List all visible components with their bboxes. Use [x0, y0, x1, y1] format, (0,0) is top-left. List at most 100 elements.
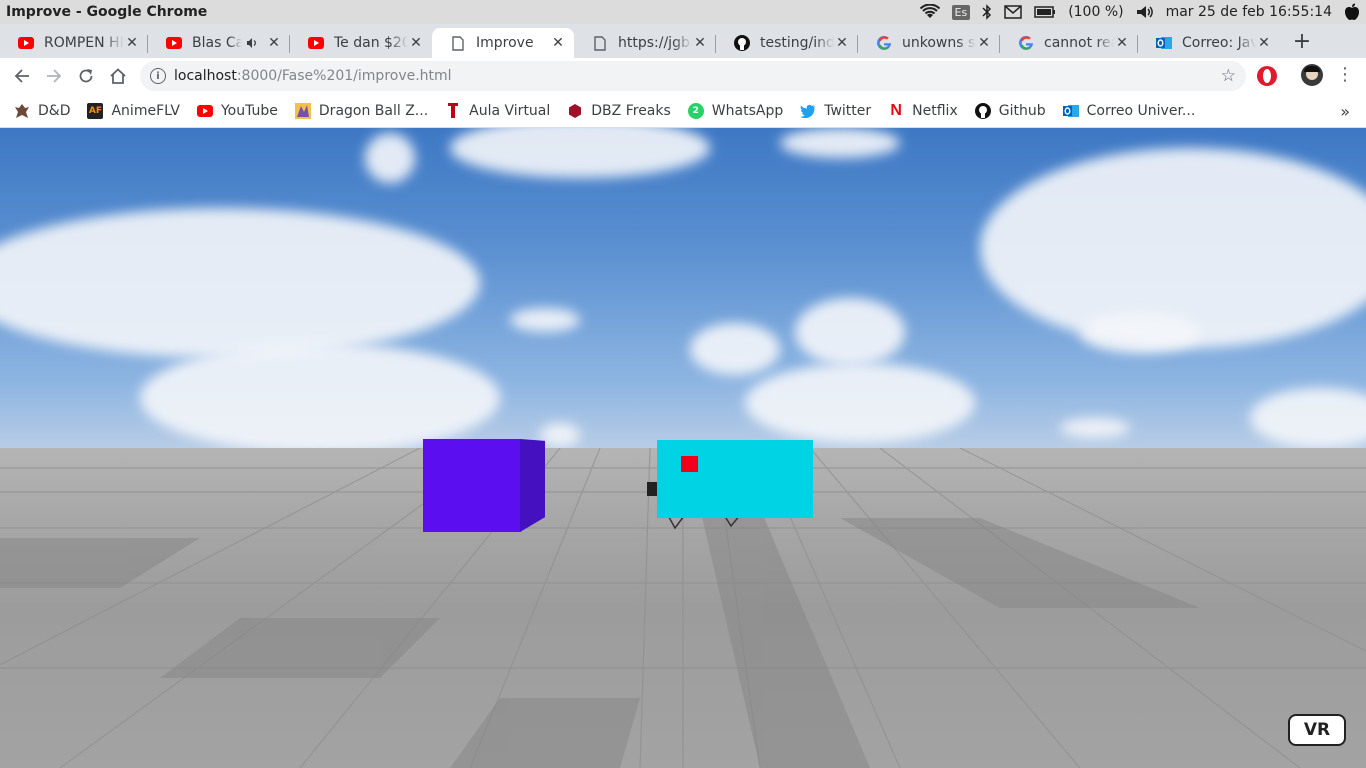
page-icon	[592, 35, 608, 51]
bookmark-dnd[interactable]: D&D	[14, 103, 70, 119]
tab-correo-javier[interactable]: Correo: Javier ✕	[1138, 28, 1280, 58]
youtube-icon	[18, 35, 34, 51]
close-icon[interactable]: ✕	[124, 35, 140, 51]
volume-icon[interactable]	[1136, 5, 1154, 19]
back-button[interactable]	[10, 64, 34, 88]
bookmark-aula-virtual[interactable]: Aula Virtual	[445, 102, 550, 119]
bookmarks-overflow-icon[interactable]: »	[1340, 102, 1350, 121]
tab-label: unkowns shared	[902, 35, 976, 51]
bookmark-correo-univer[interactable]: Correo Univer...	[1062, 102, 1196, 119]
apple-icon[interactable]	[1344, 3, 1360, 21]
address-bar[interactable]: i localhost:8000/Fase%201/improve.html ☆	[140, 61, 1246, 91]
page-icon	[450, 35, 466, 51]
sky	[0, 128, 1366, 453]
tab-rompen-hielo[interactable]: ROMPEN HIELO ✕	[0, 28, 148, 58]
tab-strip: ROMPEN HIELO ✕ Blas Cantó ✕ Te dan $20,0…	[0, 24, 1366, 58]
outlook-icon	[1156, 35, 1172, 51]
battery-icon[interactable]	[1034, 6, 1056, 18]
cloud	[540, 423, 580, 447]
bookmark-dragon-ball[interactable]: Dragon Ball Z...	[294, 102, 428, 119]
cloud	[1080, 313, 1200, 353]
star-icon[interactable]: ☆	[1221, 66, 1236, 86]
bookmark-twitter[interactable]: Twitter	[800, 103, 871, 119]
close-icon[interactable]: ✕	[266, 35, 282, 51]
tab-improve[interactable]: Improve ✕	[432, 28, 574, 58]
cloud	[140, 343, 500, 453]
cloud	[795, 298, 905, 366]
tab-label: cannot read	[1044, 35, 1114, 51]
url-text[interactable]: localhost:8000/Fase%201/improve.html	[174, 68, 452, 84]
bookmark-label: Netflix	[912, 102, 958, 119]
home-button[interactable]	[106, 64, 130, 88]
url-path: :8000/Fase%201/improve.html	[236, 68, 452, 84]
github-icon	[974, 102, 991, 119]
os-top-bar: Improve - Google Chrome Es (100 %) mar 2…	[0, 0, 1366, 24]
whatsapp-icon: 2	[687, 102, 704, 119]
system-tray: Es (100 %) mar 25 de feb 16:55:14	[919, 0, 1361, 24]
adblock-extension-icon[interactable]	[1257, 66, 1277, 86]
cloud	[365, 133, 415, 183]
close-icon[interactable]: ✕	[1256, 35, 1272, 51]
cloud	[510, 308, 580, 332]
tab-label: testing/index	[760, 35, 834, 51]
youtube-icon	[166, 35, 182, 51]
close-icon[interactable]: ✕	[976, 35, 992, 51]
bookmark-github[interactable]: Github	[974, 102, 1046, 119]
tab-jgbarah[interactable]: https://jgbarah ✕	[574, 28, 716, 58]
tab-blas-canto[interactable]: Blas Cantó ✕	[148, 28, 290, 58]
dnd-icon	[14, 103, 30, 119]
forward-button[interactable]	[42, 64, 66, 88]
close-icon[interactable]: ✕	[408, 35, 424, 51]
cyan-panel[interactable]	[657, 440, 813, 518]
bluetooth-icon[interactable]	[982, 4, 992, 20]
close-icon[interactable]: ✕	[1114, 35, 1130, 51]
netflix-icon: N	[890, 101, 902, 119]
tab-cannot-read[interactable]: cannot read ✕	[1000, 28, 1138, 58]
mail-icon[interactable]	[1004, 5, 1022, 19]
arrow-right-icon	[47, 69, 62, 83]
cloud	[780, 128, 900, 158]
youtube-icon	[196, 103, 213, 119]
tab-label: Blas Cantó	[192, 35, 242, 51]
cloud	[0, 208, 480, 358]
aula-icon	[445, 102, 461, 119]
red-marker[interactable]	[681, 456, 698, 472]
cloud	[1060, 418, 1130, 438]
audio-playing-icon[interactable]	[244, 35, 260, 51]
bookmark-animeflv[interactable]: AF AnimeFLV	[87, 102, 180, 119]
tab-te-dan[interactable]: Te dan $20,000 ✕	[290, 28, 432, 58]
vr-scene-canvas[interactable]: VR	[0, 128, 1366, 768]
new-tab-button[interactable]: +	[1290, 31, 1314, 53]
site-info-icon[interactable]: i	[150, 68, 166, 84]
menu-dots-icon[interactable]: ⋮	[1336, 66, 1354, 86]
enter-vr-button[interactable]: VR	[1288, 714, 1346, 746]
cloud	[450, 128, 710, 178]
google-icon	[876, 35, 892, 51]
cloud	[1250, 388, 1366, 448]
dbzfreaks-icon	[567, 103, 583, 119]
bookmark-dbz-freaks[interactable]: DBZ Freaks	[567, 103, 671, 119]
close-icon[interactable]: ✕	[834, 35, 850, 51]
bookmark-label: DBZ Freaks	[591, 102, 671, 119]
tab-testing-index[interactable]: testing/index ✕	[716, 28, 858, 58]
avatar[interactable]	[1301, 64, 1323, 86]
url-host: localhost	[174, 68, 237, 84]
home-icon	[110, 68, 126, 84]
reload-button[interactable]	[74, 64, 98, 88]
tab-unkowns-shared[interactable]: unkowns shared ✕	[858, 28, 1000, 58]
clock[interactable]: mar 25 de feb 16:55:14	[1166, 4, 1332, 20]
bookmark-label: YouTube	[220, 102, 278, 119]
bookmark-netflix[interactable]: N Netflix	[888, 101, 958, 119]
wifi-icon[interactable]	[919, 4, 940, 20]
bookmark-label: Twitter	[824, 102, 872, 119]
arrow-left-icon	[14, 69, 29, 83]
purple-cube[interactable]	[423, 439, 521, 532]
keyboard-layout-indicator[interactable]: Es	[951, 4, 971, 20]
bookmark-youtube[interactable]: YouTube	[196, 102, 278, 119]
google-icon	[1018, 35, 1034, 51]
window-title: Improve - Google Chrome	[6, 4, 208, 20]
close-icon[interactable]: ✕	[692, 35, 708, 51]
bookmark-whatsapp[interactable]: 2 WhatsApp	[687, 102, 783, 119]
bookmark-label: Correo Univer...	[1086, 102, 1196, 119]
close-icon[interactable]: ✕	[550, 35, 566, 51]
